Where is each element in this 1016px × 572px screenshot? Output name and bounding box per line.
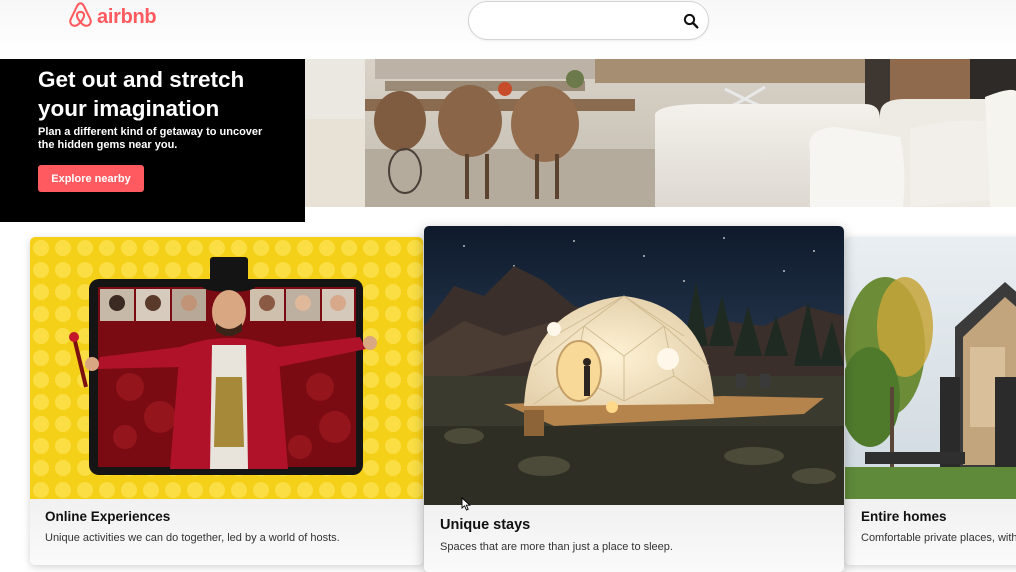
hero-title: Get out and stretch your imagination [38, 67, 245, 121]
explore-nearby-button[interactable]: Explore nearby [38, 165, 144, 192]
search-icon[interactable] [683, 13, 699, 29]
airbnb-belo-icon [67, 0, 94, 35]
mouse-pointer-icon [461, 496, 472, 511]
hero-panel: Get out and stretch your imagination Pla… [0, 59, 305, 222]
hero-subtitle: Plan a different kind of getaway to unco… [38, 126, 263, 151]
card-online-experiences[interactable]: Online Experiences Unique activities we … [30, 237, 423, 565]
card-entire-homes[interactable]: Entire homes Comfortable private places,… [845, 237, 1016, 565]
card-title: Entire homes [861, 509, 947, 524]
hero-image-interior [305, 59, 1016, 207]
card-text-area [424, 505, 844, 572]
card-unique-stays[interactable]: Unique stays Spaces that are more than j… [424, 226, 844, 572]
search-bar[interactable] [468, 1, 709, 40]
card-description: Comfortable private places, with [861, 532, 1016, 544]
search-input[interactable] [485, 11, 675, 31]
card-image-house [845, 237, 1016, 499]
card-image-ringmaster [30, 237, 423, 499]
card-title: Unique stays [440, 517, 531, 533]
top-nav: airbnb [0, 0, 1016, 59]
card-description: Spaces that are more than just a place t… [440, 541, 673, 553]
card-title: Online Experiences [45, 509, 171, 524]
card-image-dome [424, 226, 844, 505]
airbnb-logo[interactable]: airbnb [67, 0, 157, 35]
card-description: Unique activities we can do together, le… [45, 532, 340, 544]
brand-name: airbnb [97, 6, 157, 28]
